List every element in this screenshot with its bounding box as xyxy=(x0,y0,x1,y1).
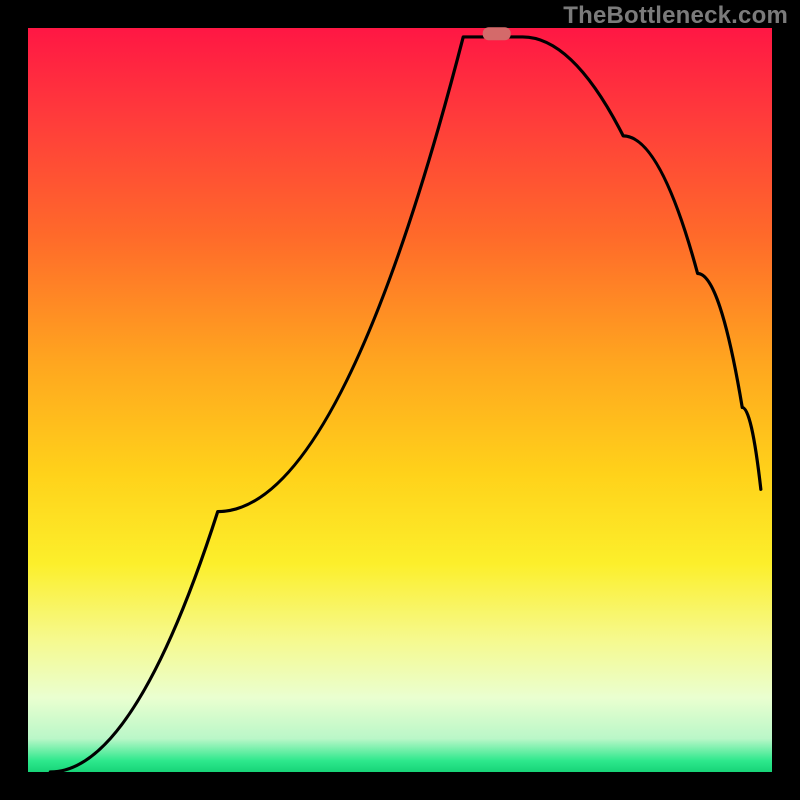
chart-frame: TheBottleneck.com xyxy=(0,0,800,800)
bottleneck-chart xyxy=(0,0,800,800)
plot-background xyxy=(28,28,772,772)
optimal-marker xyxy=(483,27,511,40)
watermark-text: TheBottleneck.com xyxy=(563,2,788,30)
